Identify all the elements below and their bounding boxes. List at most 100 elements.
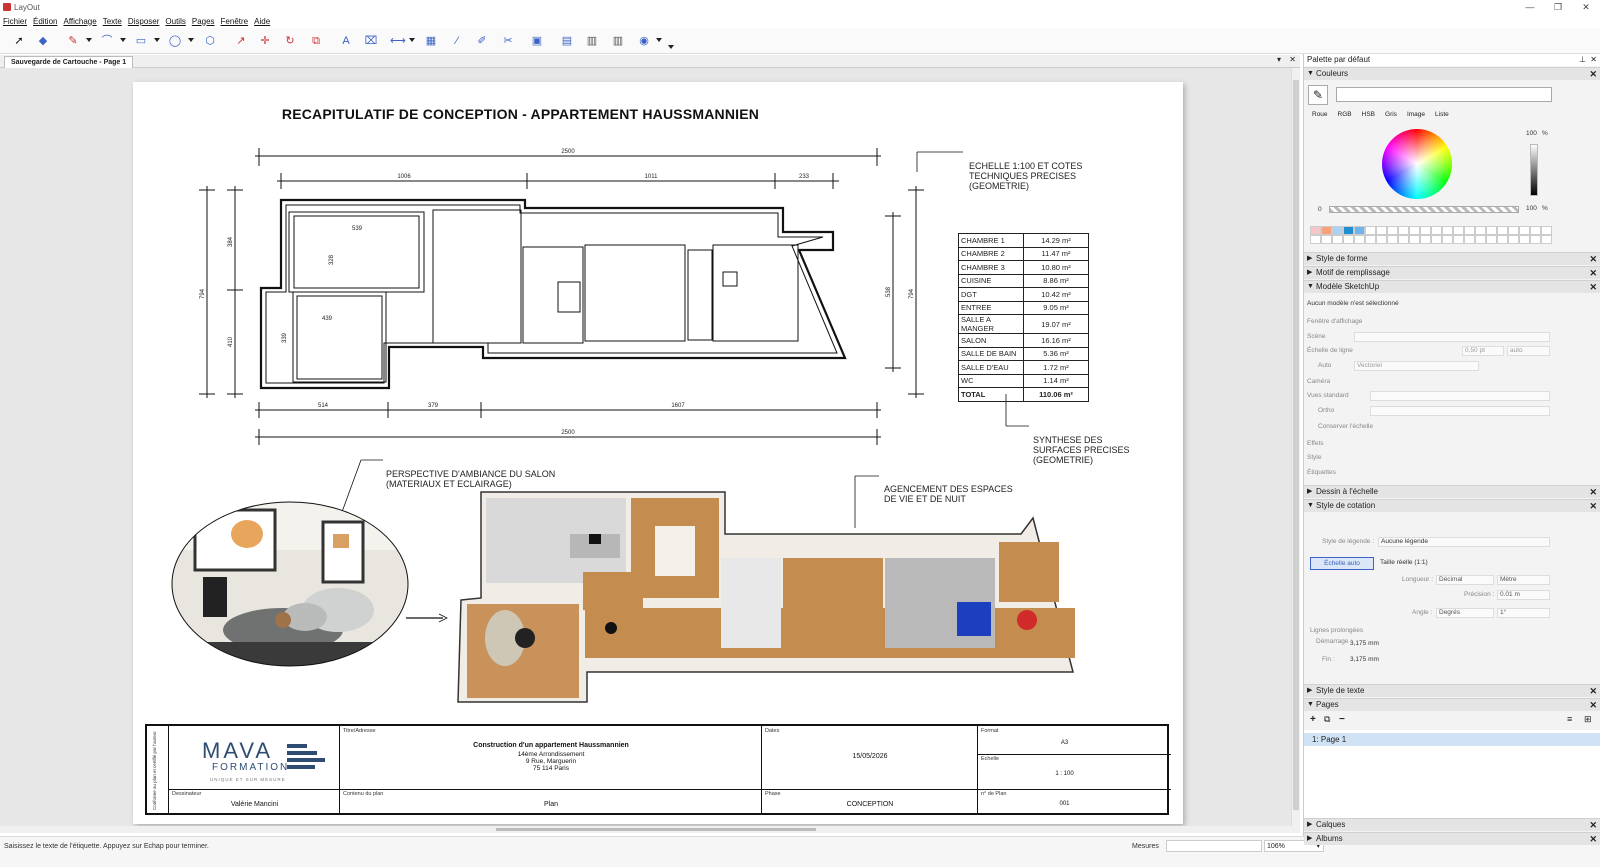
dimension-tool-icon[interactable]: ⟷: [390, 34, 406, 48]
auto-scale-button[interactable]: Échelle auto: [1310, 557, 1374, 570]
color-swatch[interactable]: [1464, 226, 1475, 235]
close-icon[interactable]: ✕: [1589, 833, 1597, 845]
polygon-tool-icon[interactable]: ⬡: [203, 34, 217, 48]
color-swatch[interactable]: [1321, 235, 1332, 244]
previous-page-icon[interactable]: ▥: [585, 34, 599, 48]
eyedropper-tool-icon[interactable]: ⁄: [450, 34, 464, 48]
menu-aide[interactable]: Aide: [254, 17, 270, 26]
plan-number-value[interactable]: 001: [978, 801, 1151, 807]
color-swatch[interactable]: [1497, 226, 1508, 235]
color-tab-image[interactable]: Image: [1407, 111, 1425, 118]
label-tool-icon[interactable]: ⌧: [364, 34, 378, 48]
legend-style-select[interactable]: Aucune légende: [1378, 537, 1550, 547]
color-swatch[interactable]: [1332, 235, 1343, 244]
render-mode-select[interactable]: Vectoriel: [1354, 361, 1479, 371]
close-window-button[interactable]: ✕: [1572, 0, 1600, 14]
scale-value[interactable]: 1 : 100: [978, 771, 1151, 777]
close-icon[interactable]: ✕: [1589, 699, 1597, 711]
chevron-down-icon[interactable]: [154, 38, 160, 42]
menu-edition[interactable]: Édition: [33, 17, 57, 26]
section-colors[interactable]: ▼ Couleurs ✕: [1304, 67, 1600, 80]
camera-label[interactable]: Caméra: [1307, 378, 1330, 385]
color-swatch[interactable]: [1365, 226, 1376, 235]
color-swatch[interactable]: [1431, 226, 1442, 235]
keep-scale-checkbox-label[interactable]: Conserver l'échelle: [1318, 423, 1373, 430]
section-fill-pattern[interactable]: ▶ Motif de remplissage ✕: [1304, 266, 1600, 279]
section-text-style[interactable]: ▶ Style de texte ✕: [1304, 684, 1600, 697]
color-swatch[interactable]: [1343, 226, 1354, 235]
address-line-2[interactable]: 9 Rue, Marguerin: [340, 758, 762, 765]
select-tool-icon[interactable]: ➚: [12, 34, 26, 48]
color-swatch[interactable]: [1453, 226, 1464, 235]
section-pages[interactable]: ▼ Pages ✕: [1304, 698, 1600, 711]
line-scale-mode-select[interactable]: auto: [1507, 346, 1550, 356]
color-preview-field[interactable]: [1336, 87, 1552, 102]
tab-close-icon[interactable]: ✕: [1289, 55, 1296, 64]
chevron-down-icon[interactable]: [120, 38, 126, 42]
menu-outils[interactable]: Outils: [165, 17, 185, 26]
color-tab-wheel[interactable]: Roue: [1312, 111, 1328, 118]
color-swatch[interactable]: [1431, 235, 1442, 244]
color-swatch[interactable]: [1541, 235, 1552, 244]
color-swatch[interactable]: [1409, 226, 1420, 235]
color-swatch[interactable]: [1387, 226, 1398, 235]
move-tool-icon[interactable]: ✛: [258, 34, 272, 48]
start-value[interactable]: 3,175 mm: [1350, 640, 1379, 647]
color-swatch[interactable]: [1530, 235, 1541, 244]
color-swatch[interactable]: [1332, 226, 1343, 235]
drawer-value[interactable]: Valérie Mancini: [169, 801, 340, 808]
chevron-down-icon[interactable]: [86, 38, 92, 42]
section-dimension-style[interactable]: ▼ Style de cotation ✕: [1304, 499, 1600, 512]
eyedropper-icon[interactable]: ✎: [1308, 85, 1328, 105]
address-line-1[interactable]: 14ème Arrondissement: [340, 751, 762, 758]
paper-sheet[interactable]: RECAPITULATIF DE CONCEPTION - APPARTEMEN…: [133, 82, 1183, 824]
address-line-3[interactable]: 75 114 Paris: [340, 765, 762, 772]
area-table[interactable]: CHAMBRE 1 14.29 m² CHAMBRE 2 11.47 m² CHAM…: [958, 233, 1089, 402]
chevron-down-icon[interactable]: [656, 38, 662, 42]
color-swatch[interactable]: [1420, 235, 1431, 244]
angle-precision-select[interactable]: 1°: [1497, 608, 1550, 618]
grid-view-icon[interactable]: ⊞: [1584, 714, 1592, 725]
circle-tool-icon[interactable]: ◯: [168, 34, 182, 48]
auto-checkbox-label[interactable]: Auto: [1318, 362, 1331, 369]
color-swatch[interactable]: [1343, 235, 1354, 244]
color-swatch[interactable]: [1365, 235, 1376, 244]
pin-icon[interactable]: ⊥: [1579, 54, 1586, 66]
scene-select[interactable]: [1354, 332, 1550, 342]
horizontal-scrollbar[interactable]: [0, 826, 1300, 833]
color-swatch[interactable]: [1398, 235, 1409, 244]
end-value[interactable]: 3,175 mm: [1350, 656, 1379, 663]
color-swatch[interactable]: [1442, 226, 1453, 235]
duplicate-page-icon[interactable]: ⧉: [1324, 714, 1330, 725]
length-format-select[interactable]: Décimal: [1436, 575, 1494, 585]
section-shape-style[interactable]: ▶ Style de forme ✕: [1304, 252, 1600, 265]
format-value[interactable]: A3: [978, 740, 1151, 746]
color-tab-rgb[interactable]: RGB: [1338, 111, 1352, 118]
brightness-slider[interactable]: [1530, 144, 1538, 196]
close-icon[interactable]: ✕: [1589, 267, 1597, 279]
document-tab[interactable]: Sauvegarde de Cartouche - Page 1: [4, 56, 134, 68]
real-size-label[interactable]: Taille réelle (1:1): [1380, 559, 1428, 566]
rectangle-tool-icon[interactable]: ▭: [134, 34, 148, 48]
color-swatch[interactable]: [1398, 226, 1409, 235]
close-icon[interactable]: ✕: [1589, 68, 1597, 80]
list-view-icon[interactable]: ≡: [1567, 714, 1572, 724]
menu-texte[interactable]: Texte: [103, 17, 122, 26]
close-icon[interactable]: ✕: [1589, 685, 1597, 697]
page-list-item[interactable]: 1: Page 1: [1304, 733, 1600, 746]
color-swatch[interactable]: [1508, 226, 1519, 235]
color-swatch[interactable]: [1464, 235, 1475, 244]
offset-tool-icon[interactable]: ↗: [234, 34, 248, 48]
table-tool-icon[interactable]: ▦: [424, 34, 438, 48]
split-tool-icon[interactable]: ✂: [501, 34, 515, 48]
opacity-slider[interactable]: [1329, 206, 1519, 213]
tab-dropdown-icon[interactable]: ▾: [1277, 55, 1281, 64]
line-tool-icon[interactable]: ✎: [66, 34, 80, 48]
section-albums[interactable]: ▶ Albums ✕: [1304, 832, 1600, 845]
ortho-checkbox-label[interactable]: Ortho: [1318, 407, 1334, 414]
color-tab-grey[interactable]: Gris: [1385, 111, 1397, 118]
add-page-icon[interactable]: +: [1310, 714, 1316, 725]
add-page-icon[interactable]: ▤: [560, 34, 574, 48]
ortho-scale-select[interactable]: [1370, 406, 1550, 416]
floor-plan-drawing[interactable]: 2500 1006 1011 233 514 379 1607 2500 539…: [133, 82, 1183, 824]
